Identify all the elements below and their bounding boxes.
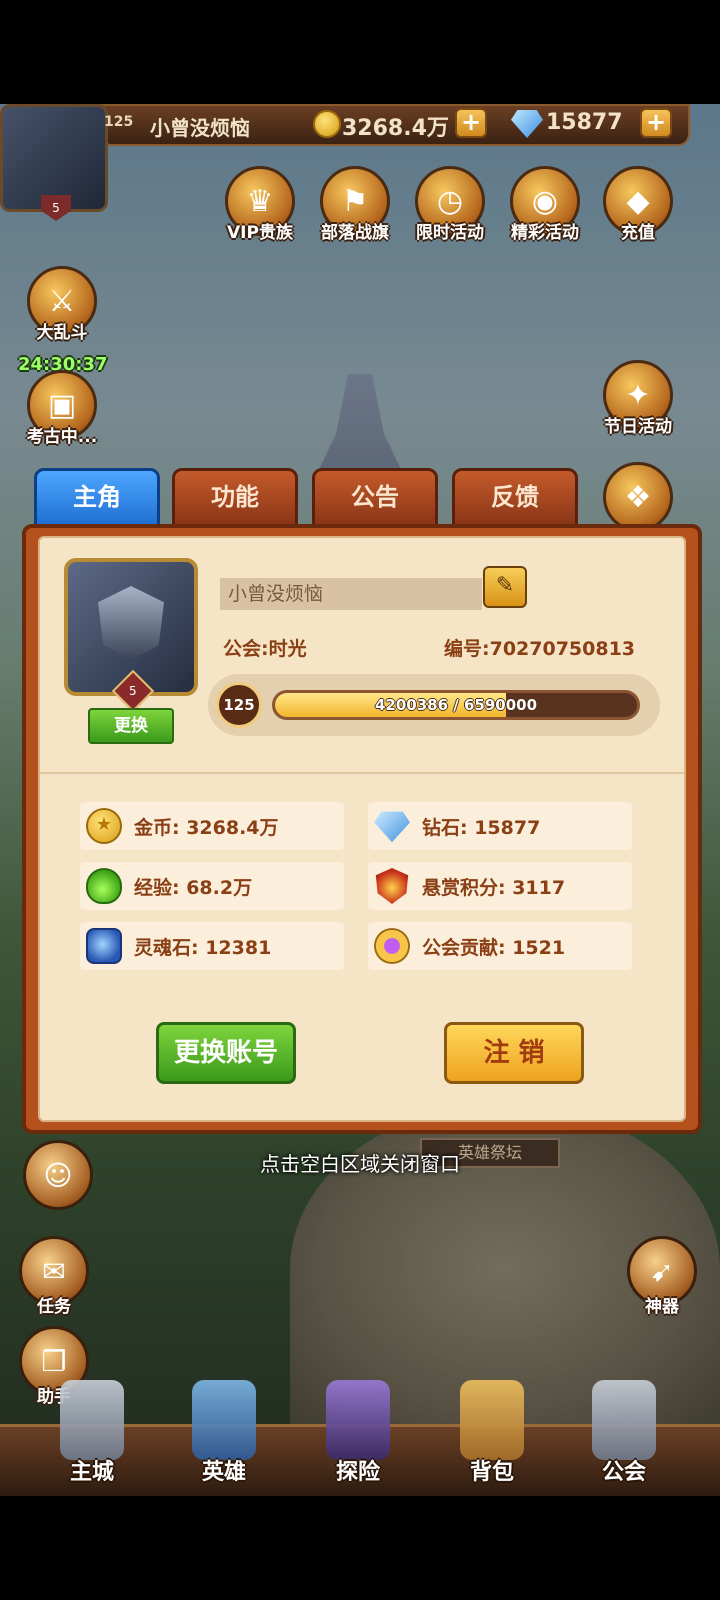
add-diamond-button[interactable]: + <box>640 108 672 138</box>
brawl-label: 大乱斗 <box>36 323 88 343</box>
featured-event-label: 精彩活动 <box>511 223 579 243</box>
nav-main-city[interactable]: 主城 <box>32 1380 152 1496</box>
portrait-rank-value: 5 <box>129 683 137 698</box>
nav-backpack-label: 背包 <box>469 1460 514 1485</box>
stat-guild-contribution-text: 公会贡献: 1521 <box>422 937 566 959</box>
soul-stone-icon <box>86 928 122 964</box>
player-level: 125 <box>104 114 134 130</box>
level-badge: 125 <box>216 682 262 728</box>
profile-panel-content: 5 更换 小曾没烦恼 ✎ 公会:时光 编号:70270750813 125 42… <box>38 536 686 1122</box>
guild-medal-icon <box>374 928 410 964</box>
brawl-button[interactable]: ⚔ 大乱斗 <box>24 266 100 343</box>
stat-bounty: 悬赏积分: 3117 <box>368 862 632 910</box>
nav-heroes-label: 英雄 <box>201 1460 246 1485</box>
player-avatar[interactable]: 5 <box>0 104 108 221</box>
player-name: 小曾没烦恼 <box>150 116 250 140</box>
gold-amount: 3268.4万 <box>342 116 449 141</box>
chat-icon: ☺ <box>23 1140 93 1210</box>
archaeology-button[interactable]: ▣ 考古中... <box>24 370 100 447</box>
castle-icon <box>60 1380 124 1460</box>
artifact-label: 神器 <box>645 1297 679 1317</box>
tab-functions[interactable]: 功能 <box>172 468 298 528</box>
nav-adventure[interactable]: 探险 <box>298 1380 418 1496</box>
switch-account-button[interactable]: 更换账号 <box>156 1022 296 1084</box>
chat-button[interactable]: ☺ <box>20 1140 96 1210</box>
tab-feedback[interactable]: 反馈 <box>452 468 578 528</box>
gift-box-button[interactable]: ❖ <box>600 462 676 532</box>
festival-event-label: 节日活动 <box>604 417 672 437</box>
quest-label: 任务 <box>37 1297 71 1317</box>
nav-main-city-label: 主城 <box>69 1460 114 1485</box>
nav-heroes[interactable]: 英雄 <box>164 1380 284 1496</box>
archaeology-label: 考古中... <box>26 427 98 447</box>
tab-hero[interactable]: 主角 <box>34 468 160 528</box>
rename-button[interactable]: ✎ <box>483 566 527 608</box>
vip-button[interactable]: ♛ VIP贵族 <box>222 166 298 243</box>
stat-experience: 经验: 68.2万 <box>80 862 344 910</box>
nav-guild[interactable]: 公会 <box>564 1380 684 1496</box>
tab-announcements[interactable]: 公告 <box>312 468 438 528</box>
portrait-rank-badge: 5 <box>111 669 155 713</box>
section-divider <box>40 772 684 774</box>
helmet-icon <box>98 586 164 660</box>
close-window-hint: 点击空白区域关闭窗口 <box>260 1152 460 1176</box>
stat-soul-stone: 灵魂石: 12381 <box>80 922 344 970</box>
stat-gold: ★ 金币: 3268.4万 <box>80 802 344 850</box>
limited-event-button[interactable]: ◷ 限时活动 <box>412 166 488 243</box>
backpack-icon <box>460 1380 524 1460</box>
logout-button[interactable]: 注 销 <box>444 1022 584 1084</box>
experience-text: 4200386 / 6590000 <box>374 696 538 714</box>
gold-coin-icon <box>313 110 341 138</box>
hero-portrait: 5 <box>64 558 198 713</box>
experience-bar: 4200386 / 6590000 <box>272 690 640 720</box>
limited-event-label: 限时活动 <box>416 223 484 243</box>
nav-adventure-label: 探险 <box>335 1460 380 1485</box>
diamond-icon <box>374 811 410 843</box>
festival-event-button[interactable]: ✦ 节日活动 <box>600 360 676 437</box>
change-avatar-button[interactable]: 更换 <box>88 708 174 744</box>
gift-box-icon: ❖ <box>603 462 673 532</box>
guild-tower-icon <box>592 1380 656 1460</box>
tribe-banner-button[interactable]: ⚑ 部落战旗 <box>317 166 393 243</box>
quest-button[interactable]: ✉ 任务 <box>16 1236 92 1317</box>
nav-guild-label: 公会 <box>601 1460 646 1485</box>
hero-face-icon <box>192 1380 256 1460</box>
stat-diamonds-text: 钻石: 15877 <box>422 817 541 839</box>
guild-info: 公会:时光 <box>223 638 307 660</box>
quill-icon: ✎ <box>495 573 515 598</box>
experience-section: 125 4200386 / 6590000 <box>208 674 660 736</box>
bounty-badge-icon <box>375 868 409 904</box>
recharge-button[interactable]: ◆ 充值 <box>600 166 676 243</box>
diamond-amount: 15877 <box>546 110 623 135</box>
stat-bounty-text: 悬赏积分: 3117 <box>422 877 566 899</box>
nav-backpack[interactable]: 背包 <box>432 1380 552 1496</box>
recharge-label: 充值 <box>621 223 655 243</box>
portal-icon <box>326 1380 390 1460</box>
player-id: 编号:70270750813 <box>444 638 636 660</box>
player-name-field: 小曾没烦恼 <box>220 578 482 610</box>
vip-label: VIP贵族 <box>227 223 293 243</box>
artifact-button[interactable]: ➹ 神器 <box>624 1236 700 1317</box>
profile-panel: 5 更换 小曾没烦恼 ✎ 公会:时光 编号:70270750813 125 42… <box>22 524 702 1134</box>
stat-experience-text: 经验: 68.2万 <box>134 877 253 899</box>
stat-diamonds: 钻石: 15877 <box>368 802 632 850</box>
add-gold-button[interactable]: + <box>455 108 487 138</box>
stat-gold-text: 金币: 3268.4万 <box>134 817 279 839</box>
stat-soul-stone-text: 灵魂石: 12381 <box>134 937 272 959</box>
stat-guild-contribution: 公会贡献: 1521 <box>368 922 632 970</box>
tribe-banner-label: 部落战旗 <box>321 223 389 243</box>
gold-coin-icon: ★ <box>86 808 122 844</box>
featured-event-button[interactable]: ◉ 精彩活动 <box>507 166 583 243</box>
exp-potion-icon <box>86 868 122 904</box>
